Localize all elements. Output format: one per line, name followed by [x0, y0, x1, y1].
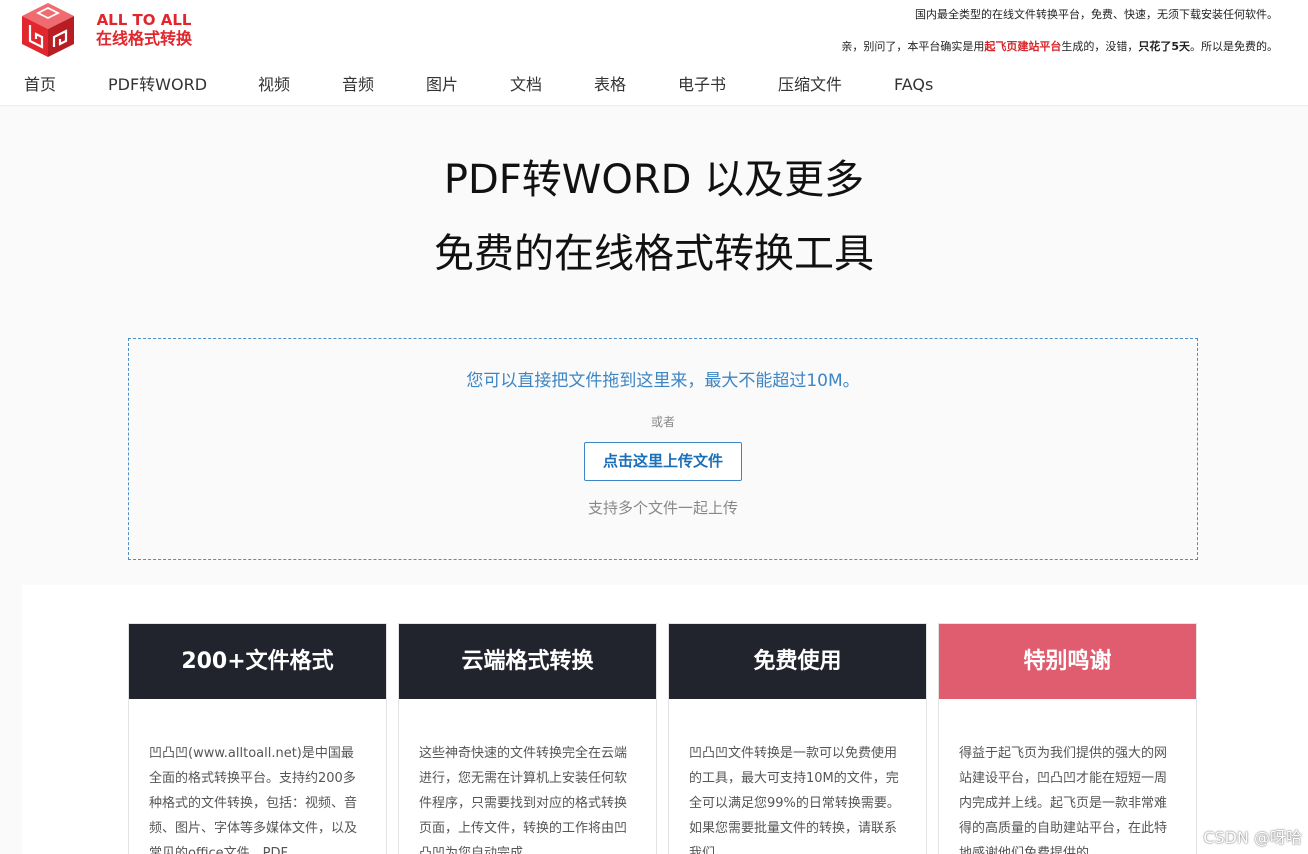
main-nav: 首页 PDF转WORD 视频 音频 图片 文档 表格 电子书 压缩文件 FAQs	[0, 74, 1308, 98]
feature-card-formats: 200+文件格式 凹凸凹(www.alltoall.net)是中国最全面的格式转…	[128, 623, 387, 854]
nav-item-home[interactable]: 首页	[24, 74, 56, 96]
multi-upload-hint: 支持多个文件一起上传	[587, 499, 738, 517]
notice-line-2: 亲，别问了，本平台确实是用起飞页建站平台生成的，没错，只花了5天。所以是免费的。	[841, 38, 1278, 54]
nav-item-audio[interactable]: 音频	[342, 74, 374, 96]
logo-cn: 在线格式转换	[96, 29, 193, 49]
feature-card-body: 凹凸凹(www.alltoall.net)是中国最全面的格式转换平台。支持约20…	[149, 746, 358, 854]
upload-file-button[interactable]: 点击这里上传文件	[584, 442, 742, 481]
feature-card-body: 得益于起飞页为我们提供的强大的网站建设平台，凹凸凹才能在短短一周内完成并上线。起…	[959, 746, 1168, 854]
notice-text-a: 亲，别问了，本平台确实是用	[841, 40, 985, 53]
csdn-watermark: CSDN @呀哈	[1203, 828, 1302, 847]
cube-logo-icon	[22, 3, 74, 57]
feature-card-cloud: 云端格式转换 这些神奇快速的文件转换完全在云端进行，您无需在计算机上安装任何软件…	[398, 623, 657, 854]
notice-link-qifeiye[interactable]: 起飞页建站平台	[984, 40, 1061, 53]
file-drop-zone[interactable]: 您可以直接把文件拖到这里来，最大不能超过10M。 或者 点击这里上传文件 支持多…	[128, 338, 1198, 560]
hero-section: PDF转WORD 以及更多 免费的在线格式转换工具	[0, 150, 1308, 284]
logo-text: ALL TO ALL 在线格式转换	[96, 11, 192, 48]
nav-item-pdf2word[interactable]: PDF转WORD	[108, 74, 207, 96]
nav-item-sheet[interactable]: 表格	[594, 74, 626, 96]
or-separator: 或者	[650, 415, 675, 429]
nav-item-faqs[interactable]: FAQs	[894, 74, 933, 96]
nav-item-ebook[interactable]: 电子书	[678, 74, 726, 96]
nav-item-image[interactable]: 图片	[426, 74, 458, 96]
hero-subtitle: 免费的在线格式转换工具	[434, 231, 874, 277]
hero-title: PDF转WORD 以及更多	[443, 157, 865, 203]
feature-card-title: 云端格式转换	[399, 624, 656, 699]
top-header: ALL TO ALL 在线格式转换 国内最全类型的在线文件转换平台，免费、快速，…	[0, 0, 1308, 106]
notice-bold: 只花了5天	[1138, 40, 1190, 53]
nav-item-document[interactable]: 文档	[510, 74, 542, 96]
notice-line-1: 国内最全类型的在线文件转换平台，免费、快速，无须下载安装任何软件。	[915, 8, 1278, 21]
notice-text-b: 生成的，没错，	[1061, 40, 1139, 53]
nav-item-archive[interactable]: 压缩文件	[778, 74, 842, 96]
drop-hint: 您可以直接把文件拖到这里来，最大不能超过10M。	[466, 371, 860, 391]
notice-text-c: 。所以是免费的。	[1190, 40, 1278, 53]
feature-card-title: 200+文件格式	[129, 624, 386, 699]
nav-item-video[interactable]: 视频	[258, 74, 290, 96]
feature-card-body: 凹凸凹文件转换是一款可以免费使用的工具，最大可支持10M的文件，完全可以满足您9…	[689, 746, 900, 854]
features-section: 200+文件格式 凹凸凹(www.alltoall.net)是中国最全面的格式转…	[22, 585, 1308, 854]
logo-en: ALL TO ALL	[96, 11, 192, 30]
feature-card-title: 免费使用	[669, 624, 926, 699]
feature-card-free: 免费使用 凹凸凹文件转换是一款可以免费使用的工具，最大可支持10M的文件，完全可…	[668, 623, 927, 854]
feature-card-title: 特别鸣谢	[939, 624, 1196, 699]
feature-card-body: 这些神奇快速的文件转换完全在云端进行，您无需在计算机上安装任何软件程序，只需要找…	[419, 746, 628, 854]
site-logo[interactable]: ALL TO ALL 在线格式转换	[20, 0, 192, 60]
feature-card-thanks: 特别鸣谢 得益于起飞页为我们提供的强大的网站建设平台，凹凸凹才能在短短一周内完成…	[938, 623, 1197, 854]
